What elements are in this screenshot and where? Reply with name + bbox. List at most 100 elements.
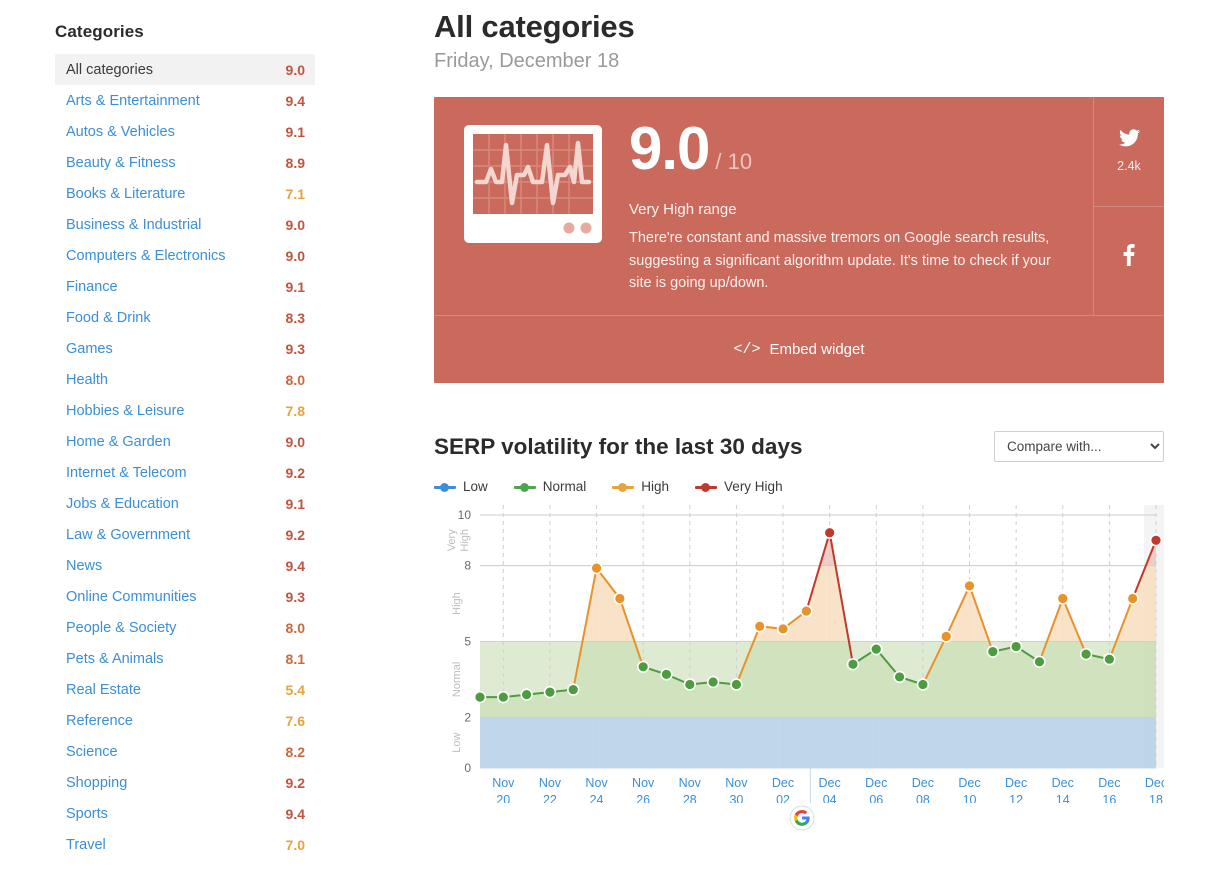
sidebar-item-home-garden[interactable]: Home & Garden 9.0 xyxy=(55,426,315,457)
twitter-share-button[interactable]: 2.4k xyxy=(1094,97,1164,206)
score-value: 9.0 xyxy=(629,114,710,182)
heart-rate-monitor-icon xyxy=(464,119,602,296)
y-axis-tick: 8 xyxy=(464,559,471,573)
category-label: Autos & Vehicles xyxy=(66,123,175,140)
sidebar-item-computers-electronics[interactable]: Computers & Electronics 9.0 xyxy=(55,240,315,271)
category-label: Shopping xyxy=(66,774,128,791)
sidebar-item-hobbies-leisure[interactable]: Hobbies & Leisure 7.8 xyxy=(55,395,315,426)
sidebar-item-internet-telecom[interactable]: Internet & Telecom 9.2 xyxy=(55,457,315,488)
legend-marker-icon xyxy=(434,481,456,493)
legend-label: High xyxy=(641,479,670,495)
sidebar-item-books-literature[interactable]: Books & Literature 7.1 xyxy=(55,178,315,209)
category-label: Arts & Entertainment xyxy=(66,92,200,109)
category-label: Books & Literature xyxy=(66,185,186,202)
x-axis-tick-day: 14 xyxy=(1056,793,1070,803)
page-date-subtitle: Friday, December 18 xyxy=(434,49,620,72)
x-axis-tick-month: Dec xyxy=(819,776,841,790)
y-axis-band-label: High xyxy=(451,593,463,616)
embed-widget-button[interactable]: </> Embed widget xyxy=(434,315,1164,383)
x-axis-tick-month: Dec xyxy=(865,776,887,790)
category-score: 9.2 xyxy=(285,526,305,543)
x-axis-tick-month: Dec xyxy=(1145,776,1164,790)
x-axis-tick-month: Nov xyxy=(539,776,562,790)
category-score: 9.1 xyxy=(285,123,305,140)
sidebar-item-health[interactable]: Health 8.0 xyxy=(55,364,315,395)
sidebar-item-sports[interactable]: Sports 9.4 xyxy=(55,798,315,829)
sidebar-item-reference[interactable]: Reference 7.6 xyxy=(55,705,315,736)
sidebar-item-games[interactable]: Games 9.3 xyxy=(55,333,315,364)
score-card-top: 9.0 / 10 Very High range There're consta… xyxy=(434,96,1164,316)
sidebar-item-jobs-education[interactable]: Jobs & Education 9.1 xyxy=(55,488,315,519)
embed-widget-label: Embed widget xyxy=(769,341,865,359)
facebook-share-button[interactable] xyxy=(1094,205,1164,316)
sidebar-item-autos-vehicles[interactable]: Autos & Vehicles 9.1 xyxy=(55,116,315,147)
sidebar-item-travel[interactable]: Travel 7.0 xyxy=(55,829,315,860)
x-axis-tick-month: Dec xyxy=(772,776,794,790)
category-score: 9.0 xyxy=(285,433,305,450)
sidebar-item-real-estate[interactable]: Real Estate 5.4 xyxy=(55,674,315,705)
legend-label: Low xyxy=(463,479,488,495)
category-score: 9.0 xyxy=(285,216,305,233)
category-label: Law & Government xyxy=(66,526,191,543)
category-label: Beauty & Fitness xyxy=(66,154,176,171)
x-axis-tick-day: 26 xyxy=(636,793,650,803)
sidebar-item-online-communities[interactable]: Online Communities 9.3 xyxy=(55,581,315,612)
x-axis-tick-day: 30 xyxy=(729,793,743,803)
x-axis-tick-month: Nov xyxy=(725,776,748,790)
category-score: 7.8 xyxy=(285,402,305,419)
category-label: All categories xyxy=(66,61,154,78)
legend-label: Very High xyxy=(724,479,783,495)
sidebar-item-business-industrial[interactable]: Business & Industrial 9.0 xyxy=(55,209,315,240)
sidebar-item-all-categories[interactable]: All categories 9.0 xyxy=(55,54,315,85)
volatility-score-card: 9.0 / 10 Very High range There're consta… xyxy=(434,96,1164,384)
sidebar-item-law-government[interactable]: Law & Government 9.2 xyxy=(55,519,315,550)
score-card-body: 9.0 / 10 Very High range There're consta… xyxy=(434,96,1094,316)
x-axis-tick-month: Dec xyxy=(958,776,980,790)
categories-sidebar: Categories All categories 9.0 Arts & Enter… xyxy=(55,0,315,883)
sidebar-item-news[interactable]: News 9.4 xyxy=(55,550,315,581)
legend-item-low[interactable]: Low xyxy=(434,479,488,494)
category-score: 9.3 xyxy=(285,588,305,605)
category-list: All categories 9.0 Arts & Entertainment 9.4… xyxy=(55,54,315,860)
chart-canvas[interactable]: 025810LowNormalHighVery HighNov20Nov22Nov… xyxy=(434,503,1164,804)
sidebar-item-shopping[interactable]: Shopping 9.2 xyxy=(55,767,315,798)
page-title: All categories xyxy=(434,9,635,44)
x-axis-tick-day: 10 xyxy=(963,793,977,803)
category-label: Computers & Electronics xyxy=(66,247,226,264)
sidebar-item-pets-animals[interactable]: Pets & Animals 8.1 xyxy=(55,643,315,674)
google-logo-icon xyxy=(789,805,815,831)
score-max: / 10 xyxy=(715,148,753,174)
category-score: 9.4 xyxy=(285,805,305,822)
sidebar-item-arts-entertainment[interactable]: Arts & Entertainment 9.4 xyxy=(55,85,315,116)
x-axis-tick-day: 18 xyxy=(1149,793,1163,803)
sidebar-item-beauty-fitness[interactable]: Beauty & Fitness 8.9 xyxy=(55,147,315,178)
y-axis-band-label: Normal xyxy=(451,662,463,697)
category-score: 8.9 xyxy=(285,154,305,171)
chart-header: SERP volatility for the last 30 days Com… xyxy=(434,431,1164,463)
legend-item-high[interactable]: High xyxy=(612,479,669,494)
category-label: Health xyxy=(66,371,108,388)
sidebar-item-people-society[interactable]: People & Society 8.0 xyxy=(55,612,315,643)
range-description: There're constant and massive tremors on… xyxy=(629,229,1051,292)
sidebar-item-science[interactable]: Science 8.2 xyxy=(55,736,315,767)
category-score: 9.4 xyxy=(285,92,305,109)
sidebar-title: Categories xyxy=(55,22,144,41)
social-share-column: 2.4k xyxy=(1094,97,1164,316)
sidebar-item-food-drink[interactable]: Food & Drink 8.3 xyxy=(55,302,315,333)
x-axis-tick-day: 24 xyxy=(590,793,604,803)
twitter-icon xyxy=(1118,129,1140,152)
y-axis-band-label: Low xyxy=(451,733,463,753)
category-label: Internet & Telecom xyxy=(66,464,187,481)
sidebar-item-finance[interactable]: Finance 9.1 xyxy=(55,271,315,302)
category-label: Sports xyxy=(66,805,108,822)
x-axis-tick-month: Dec xyxy=(1052,776,1074,790)
compare-with-select[interactable]: Compare with... xyxy=(994,431,1164,463)
x-axis-tick-day: 22 xyxy=(543,793,557,803)
x-axis-tick-day: 06 xyxy=(869,793,883,803)
x-axis-tick-day: 12 xyxy=(1009,793,1023,803)
category-score: 9.2 xyxy=(285,464,305,481)
legend-item-very-high[interactable]: Very High xyxy=(695,479,783,494)
legend-item-normal[interactable]: Normal xyxy=(513,479,586,494)
category-label: Pets & Animals xyxy=(66,650,164,667)
y-axis-tick: 10 xyxy=(458,508,472,522)
